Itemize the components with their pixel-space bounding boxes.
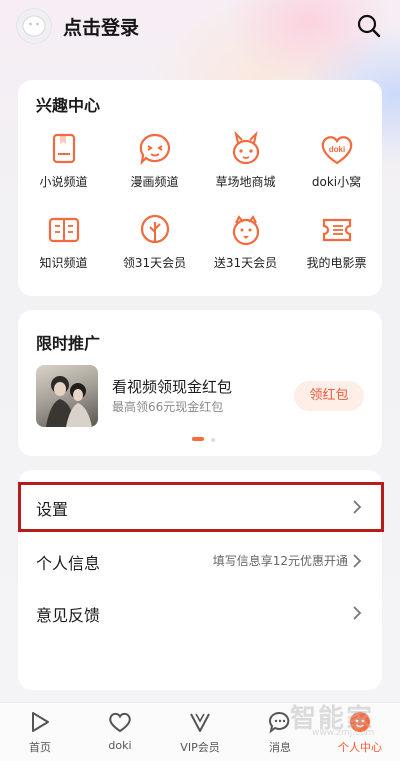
grid-item-knowledge[interactable]: 知识频道 [18,212,109,282]
menu-row-profile[interactable]: 个人信息 填写信息享12元优惠开通 [18,539,382,583]
tree-icon [140,214,170,244]
tab-label: VIP会员 [180,741,220,754]
menu-row-feedback[interactable]: 意见反馈 [18,591,382,635]
tab-messages[interactable]: 消息 [240,703,320,761]
doki-heart-icon [109,712,131,733]
book-icon [52,133,76,164]
claim-red-packet-button[interactable]: 领红包 [294,381,364,411]
grid-item-label: 领31天会员 [122,256,187,270]
promo-thumbnail[interactable] [36,365,98,427]
carousel-dot-active [192,437,204,441]
promo-card: 限时推广 看视频领现金红包 最高领66元现金红包 领红包 [18,310,382,456]
chevron-right-icon [353,554,362,568]
settings-highlight-box [18,482,384,532]
tab-profile[interactable]: 个人中心 [320,703,400,761]
tab-label: 个人中心 [338,741,382,754]
tab-label: 首页 [29,741,51,754]
bottom-tab-bar: 首页 doki VIP会员 消息 个人中心 [0,702,400,761]
doki-heart-icon: doki [321,136,353,165]
menu-row-label: 个人信息 [36,554,101,573]
tab-home[interactable]: 首页 [0,703,80,761]
grid-item-shop[interactable]: 草场地商城 [200,131,291,201]
promo-item-subtitle: 最高领66元现金红包 [112,400,224,414]
grid-item-doki[interactable]: doki doki小窝 [291,131,382,201]
grid-item-novel[interactable]: 小说频道 [18,131,109,201]
tab-label: 消息 [269,741,291,754]
tab-doki[interactable]: doki [80,703,160,761]
section-title-interest: 兴趣中心 [36,96,101,115]
login-link[interactable]: 点击登录 [63,13,139,40]
carousel-dot [211,438,215,442]
message-bubble-icon [269,711,290,734]
home-play-icon [32,712,49,732]
tab-label: doki [108,739,132,752]
grid-item-label: 知识频道 [39,256,88,270]
grid-item-label: 草场地商城 [215,175,276,189]
grid-item-vip31-get[interactable]: 领31天会员 [109,212,200,282]
interest-center-card: 兴趣中心 小说频道 漫画频道 草场地商城 doki doki小窝 知识频道 领3… [18,80,382,296]
grid-item-label: doki小窝 [311,175,362,189]
svg-text:doki: doki [329,145,345,154]
open-book-icon [48,217,80,243]
chevron-right-icon [353,606,362,620]
vip-v-icon [190,713,210,732]
ticket-icon [322,218,352,242]
promo-thumbnail-image [46,376,92,427]
grid-item-vip31-send[interactable]: 送31天会员 [200,212,291,282]
header: 点击登录 [0,0,400,60]
avatar[interactable] [16,8,52,44]
search-icon[interactable] [355,12,383,40]
default-avatar-icon [22,15,46,37]
grid-item-label: 我的电影票 [306,256,367,270]
menu-row-hint: 填写信息享12元优惠开通 [212,554,348,568]
grid-item-label: 送31天会员 [213,256,278,270]
grid-item-comic[interactable]: 漫画频道 [109,131,200,201]
grid-item-movie-ticket[interactable]: 我的电影票 [291,212,382,282]
grid-item-label: 小说频道 [39,175,88,189]
bunny-icon [232,131,260,165]
grid-item-label: 漫画频道 [130,175,179,189]
comic-face-icon [139,133,171,166]
section-title-promo: 限时推广 [36,334,101,353]
gift-face-icon [232,215,260,246]
menu-row-label: 意见反馈 [36,606,101,625]
tab-vip[interactable]: VIP会员 [160,703,240,761]
profile-icon [350,712,370,732]
promo-item-title[interactable]: 看视频领现金红包 [112,376,232,397]
